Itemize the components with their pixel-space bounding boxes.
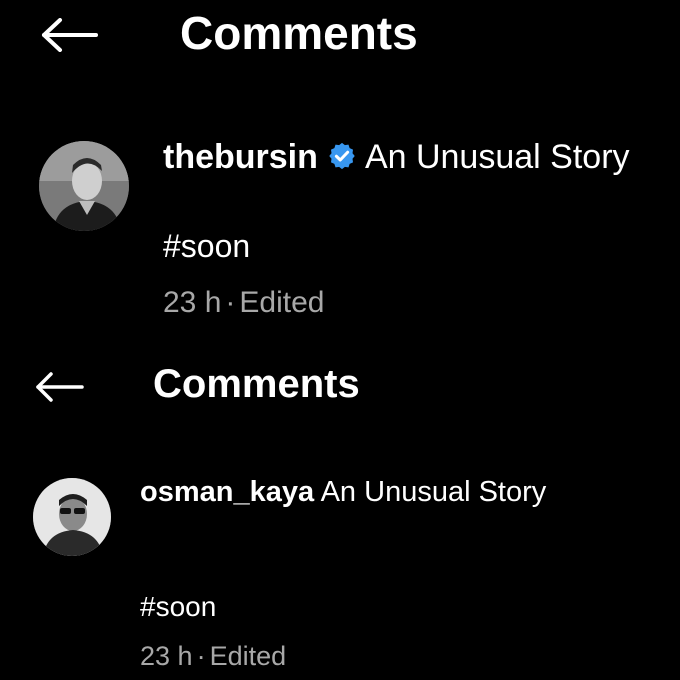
page-title: Comments (180, 7, 418, 59)
comment-header-line: osman_kaya An Unusual Story (140, 476, 546, 509)
avatar[interactable] (33, 478, 111, 556)
comment-meta: 23 h · Edited (163, 286, 324, 320)
edited-label: Edited (239, 286, 325, 319)
separator-dot: · (196, 641, 206, 671)
edited-label: Edited (209, 641, 287, 671)
page-title: Comments (153, 362, 360, 406)
screenshot-collage: Comments thebursin An Unusual Story #soo… (0, 0, 680, 680)
comment-header-line: thebursin An Unusual Story (163, 138, 630, 177)
comments-panel-thebursin: Comments thebursin An Unusual Story #soo… (0, 0, 680, 345)
back-button[interactable] (34, 372, 84, 402)
arrow-left-icon (40, 18, 98, 52)
arrow-left-icon (34, 372, 84, 402)
separator-dot: · (225, 286, 236, 319)
verified-badge-icon (327, 141, 357, 171)
comment-meta: 23 h · Edited (140, 641, 286, 672)
comments-panel-osman-kaya: Comments osman_kaya An Unusual Story #so… (0, 345, 680, 680)
hashtag-link[interactable]: #soon (140, 591, 216, 623)
back-button[interactable] (40, 18, 98, 52)
hashtag-link[interactable]: #soon (163, 228, 250, 265)
timestamp: 23 h (163, 286, 222, 319)
username-link[interactable]: osman_kaya (140, 476, 314, 508)
username-link[interactable]: thebursin (163, 138, 318, 176)
avatar[interactable] (39, 141, 129, 231)
comment-caption: An Unusual Story (364, 138, 630, 176)
timestamp: 23 h (140, 641, 193, 671)
comment-caption: An Unusual Story (320, 476, 547, 508)
